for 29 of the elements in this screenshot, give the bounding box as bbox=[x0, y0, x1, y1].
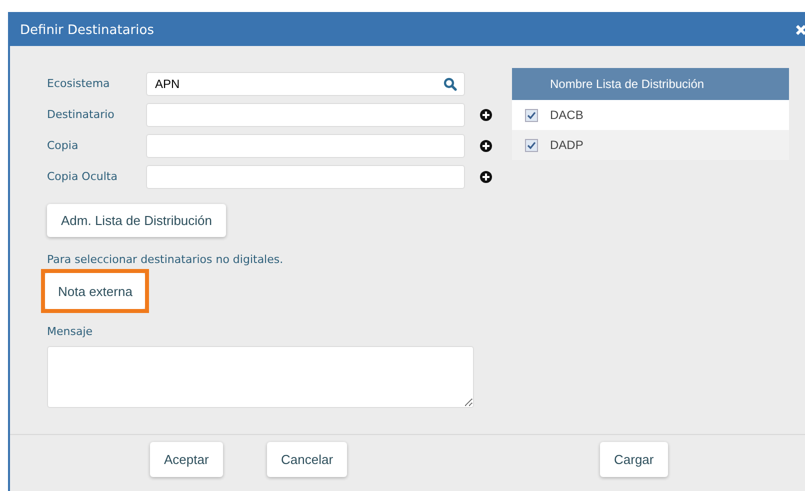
dialog-button[interactable]: Aceptar bbox=[150, 442, 223, 477]
search-field[interactable]: APN bbox=[146, 72, 465, 96]
field-label: Ecosistema bbox=[47, 77, 111, 90]
field-label: Destinatario bbox=[47, 108, 116, 121]
message-label: Mensaje bbox=[47, 325, 94, 338]
dialog-button[interactable]: Cancelar bbox=[267, 442, 348, 477]
add-icon[interactable] bbox=[480, 108, 492, 120]
input-field[interactable] bbox=[146, 102, 465, 126]
dialog-button[interactable]: Cargar bbox=[600, 442, 668, 477]
external-note-button[interactable]: Nota externa bbox=[45, 273, 146, 309]
checkbox[interactable] bbox=[524, 138, 538, 152]
message-field[interactable] bbox=[47, 346, 474, 408]
table-cell: DACB bbox=[550, 108, 584, 122]
table-row[interactable]: DACB bbox=[512, 100, 789, 130]
field-label: Copia Oculta bbox=[47, 170, 118, 183]
manage-list-button[interactable]: Adm. Lista de Distribución bbox=[47, 204, 226, 237]
add-icon[interactable] bbox=[480, 140, 492, 152]
add-icon[interactable] bbox=[480, 170, 492, 182]
input-field[interactable] bbox=[146, 164, 465, 188]
window-title: Definir Destinatarios bbox=[20, 22, 154, 38]
hint-text: Para seleccionar destinatarios no digitales. bbox=[47, 253, 284, 266]
column-header: Nombre Lista de Distribución bbox=[550, 77, 704, 91]
field-label: Copia bbox=[47, 139, 80, 152]
search-icon[interactable] bbox=[443, 76, 457, 90]
table-cell: DADP bbox=[550, 138, 584, 152]
close-icon[interactable] bbox=[796, 24, 805, 36]
checkbox[interactable] bbox=[524, 108, 538, 122]
input-field[interactable] bbox=[146, 134, 465, 158]
table-row[interactable]: DADP bbox=[512, 130, 789, 160]
